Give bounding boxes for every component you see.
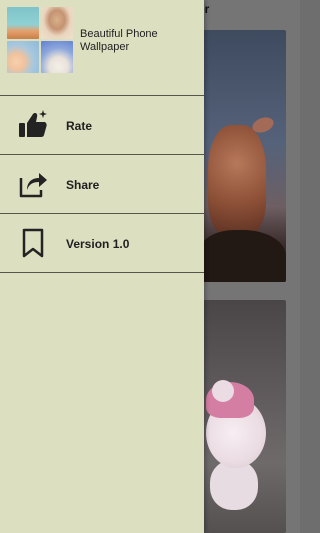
app-name: Beautiful Phone Wallpaper — [80, 28, 158, 53]
navigation-drawer: Beautiful Phone Wallpaper Rate Share Ver… — [0, 0, 204, 533]
drawer-header: Beautiful Phone Wallpaper — [0, 0, 204, 95]
wallpaper-card-bunny[interactable] — [200, 300, 286, 533]
small-bunny — [212, 380, 234, 402]
menu-label-share: Share — [66, 178, 100, 192]
thumbs-up-sparkle-icon — [19, 110, 47, 137]
divider — [0, 272, 204, 273]
app-logo — [7, 7, 73, 73]
menu-item-version[interactable]: Version 1.0 — [0, 214, 204, 272]
menu-label-version: Version 1.0 — [66, 237, 130, 251]
logo-thumb-3 — [7, 41, 39, 73]
menu-item-rate[interactable]: Rate — [0, 96, 204, 154]
logo-thumb-1 — [7, 7, 39, 39]
alpaca-figure — [208, 125, 266, 235]
logo-thumb-4 — [41, 41, 73, 73]
bookmark-icon — [22, 228, 44, 258]
menu-label-rate: Rate — [66, 119, 93, 133]
rock — [200, 230, 286, 282]
wallpaper-card-alpaca[interactable] — [200, 30, 286, 282]
menu-item-share[interactable]: Share — [0, 155, 204, 213]
logo-thumb-2 — [41, 7, 73, 39]
share-icon — [19, 173, 47, 198]
